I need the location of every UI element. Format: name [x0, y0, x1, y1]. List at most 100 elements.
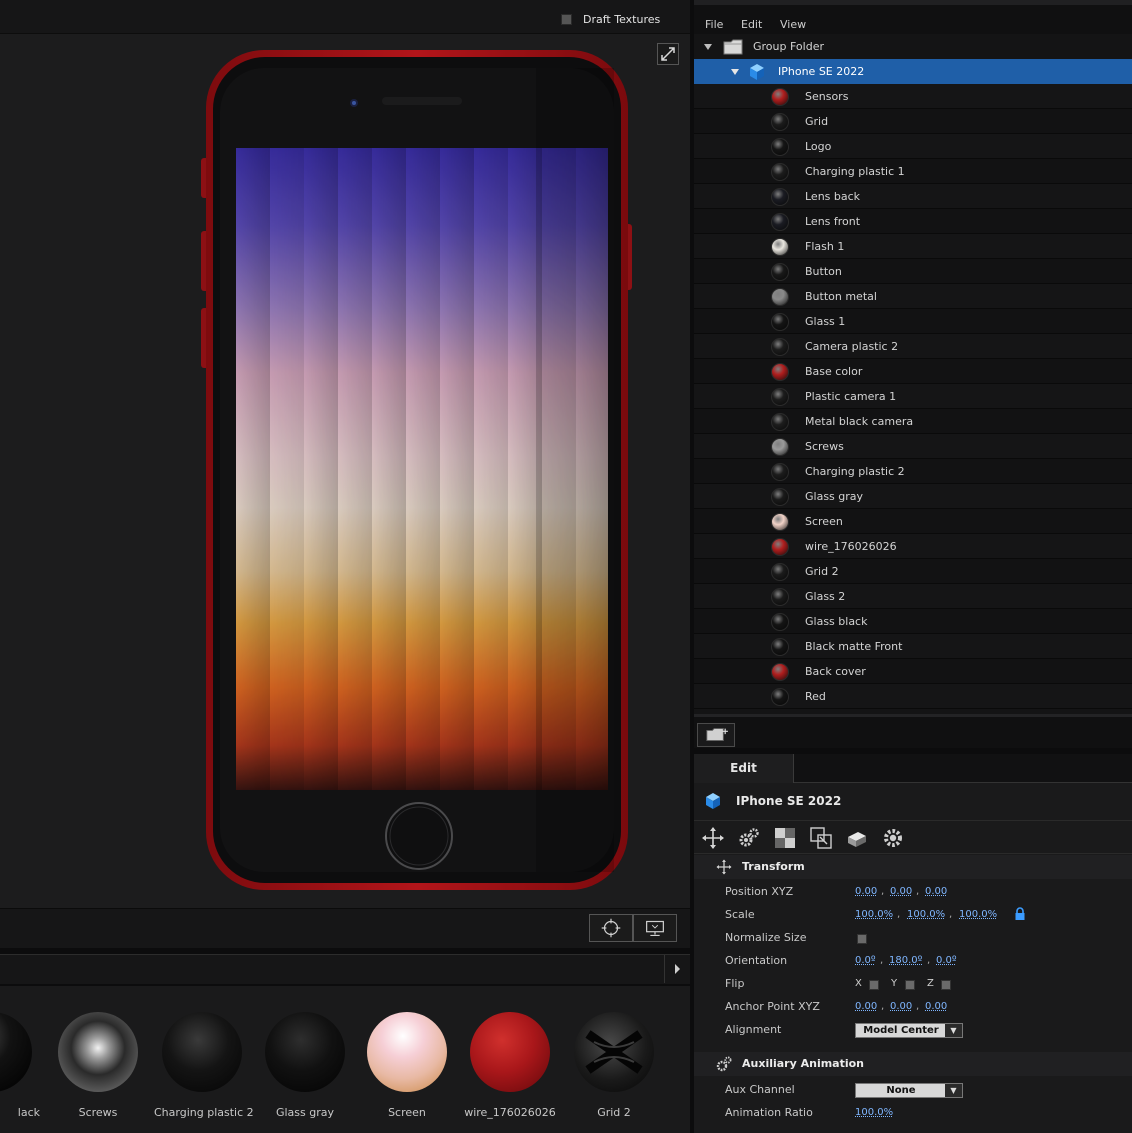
scene-menu-bar: File Edit View: [694, 0, 1132, 34]
flip-x-checkbox[interactable]: [869, 980, 879, 990]
tree-material-item[interactable]: Lens back: [694, 184, 1132, 209]
folder-icon: [723, 39, 743, 55]
anchor-z-field[interactable]: 0.00: [925, 1001, 947, 1012]
material-checker-icon[interactable]: [772, 825, 798, 851]
flip-y-checkbox[interactable]: [905, 980, 915, 990]
anchor-x-field[interactable]: 0.00: [855, 1001, 877, 1012]
orientation-label: Orientation: [725, 954, 788, 967]
tree-material-item[interactable]: Red: [694, 684, 1132, 709]
tree-material-item[interactable]: Base color: [694, 359, 1132, 384]
tree-material-item[interactable]: Grid 2: [694, 559, 1132, 584]
aux-channel-dropdown[interactable]: None ▼: [855, 1083, 963, 1098]
tree-material-item[interactable]: Camera plastic 2: [694, 334, 1132, 359]
tree-material-item[interactable]: Sensors: [694, 84, 1132, 109]
material-thumbnail: [771, 313, 789, 331]
tree-material-item[interactable]: Glass 1: [694, 309, 1132, 334]
aux-channel-value: None: [886, 1085, 916, 1096]
edit-tabbar: Edit: [694, 754, 1132, 783]
tree-material-item[interactable]: Flash 1: [694, 234, 1132, 259]
draft-textures-checkbox[interactable]: [561, 14, 572, 25]
chevron-down-icon: ▼: [945, 1024, 962, 1037]
tree-item-group-folder[interactable]: Group Folder: [694, 34, 1132, 59]
expand-icon: [661, 47, 675, 61]
menu-file[interactable]: File: [705, 18, 723, 31]
orientation-y-field[interactable]: 180.0º: [889, 955, 922, 966]
flip-z-checkbox[interactable]: [941, 980, 951, 990]
separator: ,: [881, 886, 885, 897]
tree-material-item[interactable]: Button metal: [694, 284, 1132, 309]
tree-material-label: Button: [805, 265, 842, 278]
material-ball: [162, 1012, 242, 1092]
alignment-dropdown[interactable]: Model Center ▼: [855, 1023, 963, 1038]
tree-material-item[interactable]: Screen: [694, 509, 1132, 534]
collapse-arrow-icon[interactable]: [730, 67, 740, 77]
material-ball: [470, 1012, 550, 1092]
geometry-icon[interactable]: [844, 825, 870, 851]
gears-icon: [716, 1056, 732, 1072]
tab-edit[interactable]: Edit: [694, 754, 794, 783]
tree-material-item[interactable]: Charging plastic 2: [694, 459, 1132, 484]
tree-material-item[interactable]: Back cover: [694, 659, 1132, 684]
tree-material-item[interactable]: Metal black camera: [694, 409, 1132, 434]
material-swatch-glass-gray[interactable]: Glass gray: [257, 1012, 353, 1119]
material-swatch-screws[interactable]: Screws: [50, 1012, 146, 1119]
move-icon[interactable]: [700, 825, 726, 851]
focus-target-button[interactable]: [589, 914, 633, 942]
normalize-size-checkbox[interactable]: [857, 934, 867, 944]
tree-material-label: Camera plastic 2: [805, 340, 899, 353]
tree-item-iphone-se-2022[interactable]: IPhone SE 2022: [694, 59, 1132, 84]
material-swatch-charging-plastic-2[interactable]: Charging plastic 2: [154, 1012, 254, 1119]
tree-material-item[interactable]: Glass black: [694, 609, 1132, 634]
scale-z-field[interactable]: 100.0%: [959, 909, 997, 920]
normalize-size-label: Normalize Size: [725, 931, 807, 944]
orientation-z-field[interactable]: 0.0º: [936, 955, 957, 966]
material-swatch-glass-black[interactable]: lack: [0, 1012, 40, 1119]
tree-material-item[interactable]: Glass 2: [694, 584, 1132, 609]
separator: ,: [881, 1001, 885, 1012]
aux-animation-section-header[interactable]: Auxiliary Animation: [694, 1052, 1132, 1076]
material-label: Screws: [78, 1106, 118, 1119]
flip-x-label: X: [855, 978, 862, 989]
aux-channel-label: Aux Channel: [725, 1083, 795, 1096]
tree-material-item[interactable]: Button: [694, 259, 1132, 284]
tree-material-item[interactable]: Black matte Front: [694, 634, 1132, 659]
gears-icon[interactable]: [736, 825, 762, 851]
tree-material-label: Screen: [805, 515, 843, 528]
iphone-model-render[interactable]: [196, 46, 636, 894]
scene-tree-panel: File Edit View Group Folder IPhone SE 20…: [694, 0, 1132, 748]
position-y-field[interactable]: 0.00: [890, 886, 912, 897]
position-x-field[interactable]: 0.00: [855, 886, 877, 897]
tree-material-item[interactable]: Lens front: [694, 209, 1132, 234]
position-z-field[interactable]: 0.00: [925, 886, 947, 897]
maximize-viewport-button[interactable]: [657, 43, 679, 65]
scale-x-field[interactable]: 100.0%: [855, 909, 893, 920]
gear-icon[interactable]: [880, 825, 906, 851]
tree-material-label: Red: [805, 690, 826, 703]
anchor-y-field[interactable]: 0.00: [890, 1001, 912, 1012]
3d-viewport[interactable]: Draft Textures: [0, 0, 690, 948]
tree-material-item[interactable]: Grid: [694, 109, 1132, 134]
tree-material-item[interactable]: Charging plastic 1: [694, 159, 1132, 184]
tree-material-item[interactable]: Logo: [694, 134, 1132, 159]
orientation-x-field[interactable]: 0.0º: [855, 955, 876, 966]
menu-view[interactable]: View: [780, 18, 806, 31]
material-swatch-grid-2[interactable]: Grid 2: [566, 1012, 662, 1119]
add-folder-button[interactable]: [697, 723, 735, 747]
tree-material-item[interactable]: Screws: [694, 434, 1132, 459]
tree-material-item[interactable]: Plastic camera 1: [694, 384, 1132, 409]
uv-mapping-icon[interactable]: [808, 825, 834, 851]
menu-edit[interactable]: Edit: [741, 18, 762, 31]
collapse-arrow-icon[interactable]: [703, 42, 713, 52]
scale-y-field[interactable]: 100.0%: [907, 909, 945, 920]
separator: ,: [916, 886, 920, 897]
lock-icon[interactable]: [1014, 907, 1026, 921]
render-view-button[interactable]: [633, 914, 677, 942]
material-swatch-screen[interactable]: Screen: [359, 1012, 455, 1119]
material-strip-expand-button[interactable]: [664, 955, 688, 983]
tree-material-item[interactable]: Glass gray: [694, 484, 1132, 509]
material-swatch-wire-176026026[interactable]: wire_176026026: [462, 1012, 558, 1119]
tree-material-item[interactable]: wire_176026026: [694, 534, 1132, 559]
transform-section-header[interactable]: Transform: [694, 855, 1132, 879]
animation-ratio-field[interactable]: 100.0%: [855, 1107, 893, 1118]
separator: ,: [880, 955, 884, 966]
